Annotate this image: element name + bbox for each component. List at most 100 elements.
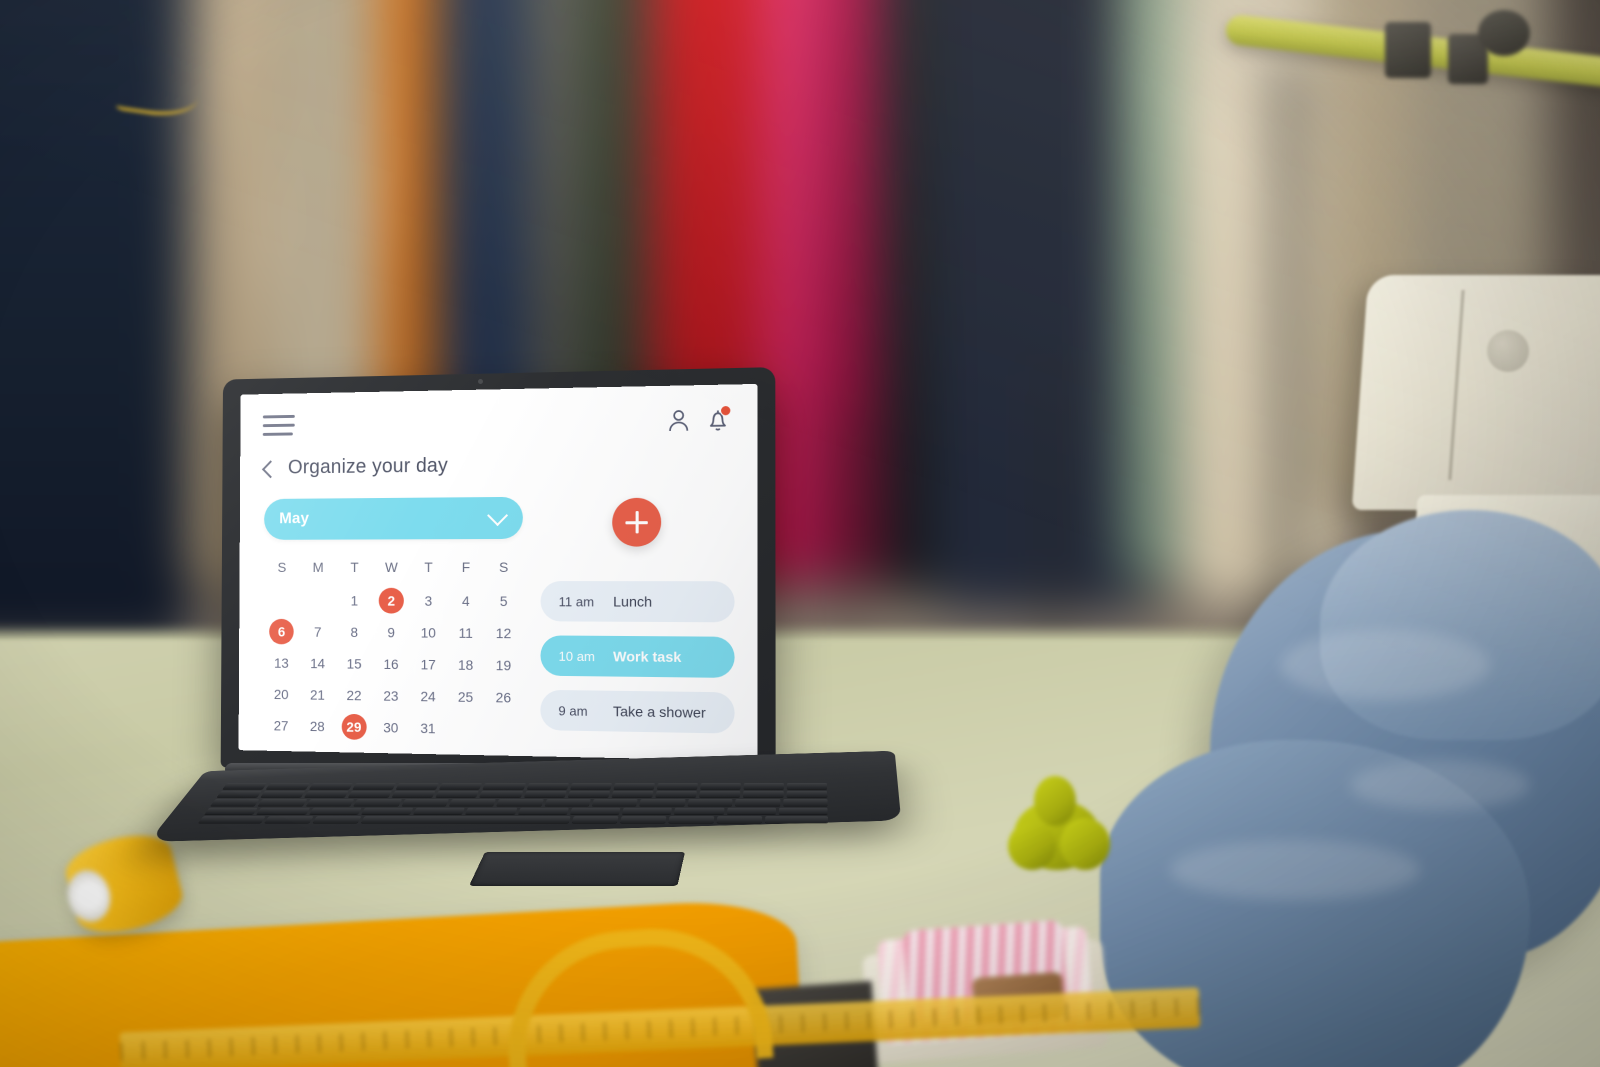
- calendar-day-19[interactable]: 19: [491, 652, 517, 678]
- keyboard-key[interactable]: [449, 799, 497, 806]
- calendar-day-cell[interactable]: 4: [447, 585, 485, 617]
- calendar-day-cell[interactable]: 5: [485, 585, 523, 617]
- calendar-day-cell[interactable]: 24: [409, 680, 446, 712]
- calendar-day-cell[interactable]: 29: [335, 711, 372, 743]
- keyboard-key[interactable]: [198, 816, 266, 823]
- keyboard-key[interactable]: [361, 816, 571, 823]
- calendar-day-27[interactable]: 27: [269, 713, 294, 739]
- keyboard-key[interactable]: [611, 791, 654, 798]
- keyboard-key[interactable]: [396, 783, 440, 790]
- calendar-day-cell[interactable]: 3: [410, 585, 447, 617]
- keyboard-key[interactable]: [735, 799, 781, 806]
- keyboard-key[interactable]: [743, 783, 784, 790]
- keyboard-key[interactable]: [698, 791, 741, 798]
- keyboard-key[interactable]: [348, 791, 393, 798]
- keyboard-key[interactable]: [256, 807, 310, 815]
- keyboard-key[interactable]: [544, 799, 591, 806]
- calendar-day-31[interactable]: 31: [415, 715, 440, 741]
- calendar-day-cell[interactable]: 26: [484, 681, 522, 714]
- calendar-day-1[interactable]: 1: [342, 588, 367, 614]
- calendar-day-cell[interactable]: 1: [336, 585, 373, 617]
- calendar-day-25[interactable]: 25: [453, 684, 479, 710]
- calendar-day-cell[interactable]: 31: [409, 712, 446, 745]
- calendar-day-21[interactable]: 21: [305, 682, 330, 708]
- calendar-day-cell[interactable]: 7: [300, 616, 337, 648]
- calendar-day-cell[interactable]: 8: [336, 616, 373, 648]
- keyboard-key[interactable]: [674, 807, 725, 815]
- keyboard-key[interactable]: [571, 816, 619, 823]
- calendar-day-cell[interactable]: 23: [372, 680, 409, 712]
- calendar-day-7[interactable]: 7: [305, 619, 330, 645]
- chevron-left-icon[interactable]: [261, 459, 280, 478]
- keyboard-key[interactable]: [668, 816, 715, 823]
- calendar-day-cell[interactable]: 9: [373, 616, 410, 648]
- calendar-day-22[interactable]: 22: [342, 682, 367, 708]
- user-account-icon[interactable]: [666, 408, 691, 434]
- task-item[interactable]: 11 am Lunch: [540, 581, 735, 623]
- keyboard-key[interactable]: [309, 783, 354, 790]
- calendar-day-cell[interactable]: 13: [263, 647, 299, 679]
- keyboard-key[interactable]: [567, 791, 610, 798]
- calendar-day-cell[interactable]: 6: [263, 616, 299, 648]
- keyboard-key[interactable]: [304, 791, 349, 798]
- calendar-day-cell[interactable]: 11: [447, 617, 485, 649]
- calendar-day-cell[interactable]: 16: [372, 648, 409, 680]
- hamburger-menu-icon[interactable]: [262, 414, 295, 436]
- task-item[interactable]: 9 am Take a shower: [540, 689, 735, 734]
- calendar-day-9[interactable]: 9: [379, 619, 404, 645]
- keyboard-key[interactable]: [716, 816, 762, 823]
- keyboard-key[interactable]: [569, 807, 621, 815]
- calendar-day-24[interactable]: 24: [415, 683, 440, 709]
- keyboard-key[interactable]: [656, 783, 698, 790]
- keyboard-key[interactable]: [312, 816, 362, 823]
- keyboard-key[interactable]: [764, 816, 828, 823]
- calendar-day-4[interactable]: 4: [453, 588, 479, 614]
- calendar-day-cell[interactable]: 28: [299, 710, 336, 742]
- calendar-day-17[interactable]: 17: [415, 651, 440, 677]
- calendar-day-cell[interactable]: 15: [336, 648, 373, 680]
- keyboard-key[interactable]: [569, 783, 612, 790]
- month-selector[interactable]: May: [264, 496, 523, 540]
- keyboard-key[interactable]: [523, 791, 567, 798]
- keyboard-key[interactable]: [216, 791, 262, 798]
- keyboard-key[interactable]: [782, 799, 828, 806]
- keyboard-key[interactable]: [479, 791, 523, 798]
- calendar-day-cell[interactable]: 25: [447, 681, 485, 714]
- calendar-day-14[interactable]: 14: [305, 650, 330, 676]
- calendar-day-11[interactable]: 11: [453, 620, 479, 646]
- keyboard-key[interactable]: [639, 799, 686, 806]
- calendar-day-23[interactable]: 23: [378, 683, 403, 709]
- calendar-day-5[interactable]: 5: [491, 588, 517, 614]
- keyboard-key[interactable]: [699, 783, 741, 790]
- calendar-day-cell[interactable]: 12: [485, 617, 523, 649]
- calendar-day-28[interactable]: 28: [305, 713, 330, 739]
- keyboard-key[interactable]: [592, 799, 639, 806]
- calendar-day-18[interactable]: 18: [453, 652, 479, 678]
- keyboard-key[interactable]: [742, 791, 784, 798]
- calendar-day-13[interactable]: 13: [269, 650, 294, 676]
- keyboard-key[interactable]: [786, 791, 828, 798]
- keyboard-key[interactable]: [308, 807, 362, 815]
- keyboard-key[interactable]: [622, 807, 673, 815]
- keyboard-key[interactable]: [517, 807, 569, 815]
- keyboard-key[interactable]: [613, 783, 655, 790]
- keyboard-key[interactable]: [726, 807, 776, 815]
- keyboard-key[interactable]: [352, 783, 397, 790]
- keyboard-key[interactable]: [482, 783, 526, 790]
- calendar-day-16[interactable]: 16: [378, 651, 403, 677]
- keyboard-key[interactable]: [222, 783, 268, 790]
- task-item[interactable]: 10 am Work task: [540, 635, 735, 678]
- calendar-day-2[interactable]: 2: [378, 587, 404, 614]
- calendar-day-3[interactable]: 3: [416, 588, 441, 614]
- keyboard-key[interactable]: [687, 799, 733, 806]
- keyboard-key[interactable]: [391, 791, 436, 798]
- calendar-day-8[interactable]: 8: [342, 619, 367, 645]
- keyboard-key[interactable]: [265, 783, 311, 790]
- keyboard-key[interactable]: [620, 816, 667, 823]
- calendar-day-cell[interactable]: 22: [336, 679, 373, 711]
- keyboard-key[interactable]: [306, 799, 355, 806]
- keyboard-key[interactable]: [353, 799, 402, 806]
- keyboard-key[interactable]: [439, 783, 483, 790]
- calendar-day-29[interactable]: 29: [341, 713, 367, 740]
- calendar-day-cell[interactable]: 27: [263, 710, 299, 742]
